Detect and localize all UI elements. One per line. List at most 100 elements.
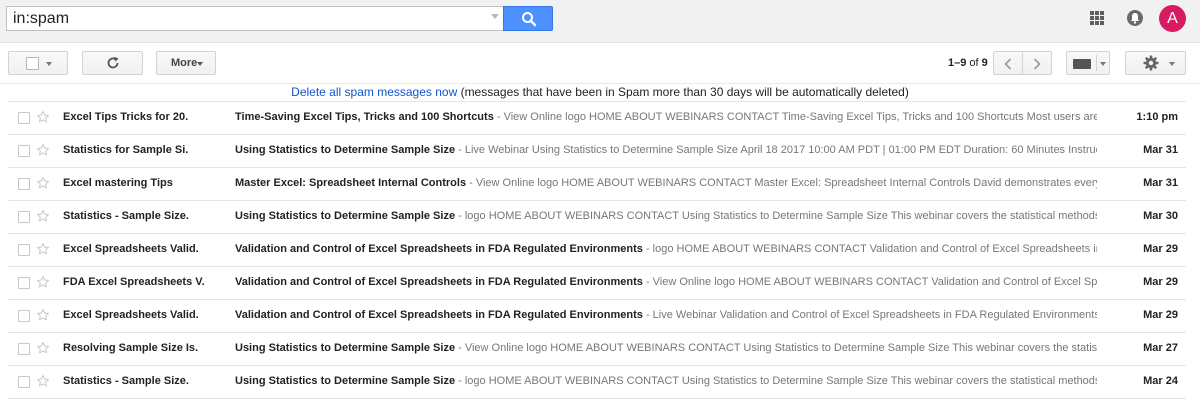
message-sender: FDA Excel Spreadsheets V. — [63, 276, 205, 288]
message-row[interactable]: Resolving Sample Size Is. Using Statistic… — [8, 333, 1186, 366]
search-button[interactable] — [503, 6, 553, 31]
chevron-right-icon — [1033, 58, 1041, 70]
apps-grid-icon[interactable] — [1090, 11, 1104, 25]
message-snippet: - logo HOME ABOUT WEBINARS CONTACT Using… — [455, 375, 1097, 387]
message-sender: Excel mastering Tips — [63, 177, 173, 189]
more-label: More — [171, 57, 198, 69]
star-icon[interactable] — [36, 341, 50, 358]
star-icon[interactable] — [36, 275, 50, 292]
message-snippet: - View Online logo HOME ABOUT WEBINARS C… — [645, 276, 1097, 288]
message-row[interactable]: Excel Spreadsheets Valid. Validation and … — [8, 234, 1186, 267]
newer-page-button[interactable] — [1022, 51, 1052, 75]
message-checkbox[interactable] — [18, 211, 30, 223]
star-icon[interactable] — [36, 242, 50, 259]
message-date: Mar 31 — [1143, 144, 1178, 156]
keyboard-icon — [1073, 59, 1091, 69]
message-checkbox[interactable] — [18, 277, 30, 289]
chevron-left-icon — [1004, 58, 1012, 70]
message-content: Using Statistics to Determine Sample Siz… — [235, 342, 1097, 354]
search-icon — [522, 12, 537, 27]
select-all-checkbox[interactable] — [26, 57, 39, 70]
message-date: Mar 29 — [1143, 309, 1178, 321]
message-row[interactable]: Excel Tips Tricks for 20. Time-Saving Exc… — [8, 102, 1186, 135]
message-sender: Resolving Sample Size Is. — [63, 342, 199, 354]
star-icon[interactable] — [36, 209, 50, 226]
pagination-count: 1–9 of 9 — [948, 57, 988, 69]
search-input[interactable] — [7, 7, 487, 30]
message-checkbox[interactable] — [18, 112, 30, 124]
delete-all-spam-link[interactable]: Delete all spam messages now — [291, 85, 457, 99]
star-icon[interactable] — [36, 374, 50, 391]
refresh-button[interactable] — [82, 51, 143, 75]
message-checkbox[interactable] — [18, 178, 30, 190]
message-sender: Excel Spreadsheets Valid. — [63, 243, 199, 255]
message-row[interactable]: Excel Spreadsheets Valid. Validation and … — [8, 300, 1186, 333]
message-snippet: - logo HOME ABOUT WEBINARS CONTACT Using… — [455, 210, 1097, 222]
message-row[interactable]: Statistics - Sample Size. Using Statistic… — [8, 366, 1186, 399]
chevron-down-icon — [1169, 62, 1175, 66]
message-date: Mar 29 — [1143, 243, 1178, 255]
top-bar: A — [0, 0, 1200, 43]
older-page-button[interactable] — [993, 51, 1023, 75]
divider — [1096, 55, 1097, 71]
select-all-button[interactable] — [8, 51, 68, 75]
spam-notice-text: (messages that have been in Spam more th… — [457, 85, 909, 99]
message-snippet: - logo HOME ABOUT WEBINARS CONTACT Valid… — [642, 243, 1097, 255]
message-subject: Validation and Control of Excel Spreadsh… — [235, 243, 643, 255]
message-date: Mar 24 — [1143, 375, 1178, 387]
message-date: 1:10 pm — [1136, 111, 1178, 123]
message-date: Mar 29 — [1143, 276, 1178, 288]
spam-notice: Delete all spam messages now (messages t… — [0, 85, 1200, 101]
input-tools-button[interactable] — [1066, 51, 1110, 75]
star-icon[interactable] — [36, 308, 50, 325]
message-row[interactable]: FDA Excel Spreadsheets V. Validation and … — [8, 267, 1186, 300]
message-content: Validation and Control of Excel Spreadsh… — [235, 309, 1097, 321]
search-options-dropdown-icon[interactable] — [491, 14, 499, 19]
message-row[interactable]: Statistics for Sample Si. Using Statistic… — [8, 135, 1186, 168]
message-sender: Statistics - Sample Size. — [63, 210, 189, 222]
star-icon[interactable] — [36, 143, 50, 160]
message-content: Time-Saving Excel Tips, Tricks and 100 S… — [235, 111, 1097, 123]
message-sender: Excel Tips Tricks for 20. — [63, 111, 189, 123]
more-actions-button[interactable]: More — [156, 51, 216, 75]
message-subject: Using Statistics to Determine Sample Siz… — [235, 144, 456, 156]
message-checkbox[interactable] — [18, 145, 30, 157]
star-icon[interactable] — [36, 176, 50, 193]
notifications-bell-icon[interactable] — [1127, 10, 1143, 26]
message-sender: Statistics - Sample Size. — [63, 375, 189, 387]
message-content: Using Statistics to Determine Sample Siz… — [235, 375, 1097, 387]
search-box[interactable] — [6, 6, 503, 31]
message-content: Using Statistics to Determine Sample Siz… — [235, 210, 1097, 222]
message-subject: Validation and Control of Excel Spreadsh… — [235, 276, 643, 288]
message-content: Validation and Control of Excel Spreadsh… — [235, 243, 1097, 255]
refresh-icon — [107, 56, 119, 69]
toolbar: More 1–9 of 9 — [0, 44, 1200, 84]
message-checkbox[interactable] — [18, 310, 30, 322]
message-date: Mar 30 — [1143, 210, 1178, 222]
message-subject: Using Statistics to Determine Sample Siz… — [235, 375, 456, 387]
chevron-down-icon[interactable] — [1100, 62, 1106, 66]
message-snippet: - View Online logo HOME ABOUT WEBINARS C… — [455, 342, 1097, 354]
message-subject: Using Statistics to Determine Sample Siz… — [235, 210, 456, 222]
pagination-total: 9 — [981, 57, 988, 69]
message-snippet: - View Online logo HOME ABOUT WEBINARS C… — [493, 111, 1097, 123]
message-subject: Using Statistics to Determine Sample Siz… — [235, 342, 456, 354]
message-subject: Validation and Control of Excel Spreadsh… — [235, 309, 643, 321]
message-sender: Excel Spreadsheets Valid. — [63, 309, 199, 321]
account-avatar[interactable]: A — [1159, 5, 1186, 32]
message-snippet: - View Online logo HOME ABOUT WEBINARS C… — [466, 177, 1097, 189]
pagination-range: 1–9 — [948, 57, 967, 69]
message-checkbox[interactable] — [18, 376, 30, 388]
message-row[interactable]: Excel mastering Tips Master Excel: Spread… — [8, 168, 1186, 201]
settings-button[interactable] — [1125, 51, 1186, 75]
message-date: Mar 27 — [1143, 342, 1178, 354]
star-icon[interactable] — [36, 110, 50, 127]
message-snippet: - Live Webinar Validation and Control of… — [642, 309, 1097, 321]
message-checkbox[interactable] — [18, 244, 30, 256]
message-snippet: - Live Webinar Using Statistics to Deter… — [455, 144, 1097, 156]
message-row[interactable]: Statistics - Sample Size. Using Statistic… — [8, 201, 1186, 234]
message-checkbox[interactable] — [18, 343, 30, 355]
message-date: Mar 31 — [1143, 177, 1178, 189]
message-content: Master Excel: Spreadsheet Internal Contr… — [235, 177, 1097, 189]
pagination-of: of — [969, 57, 979, 69]
